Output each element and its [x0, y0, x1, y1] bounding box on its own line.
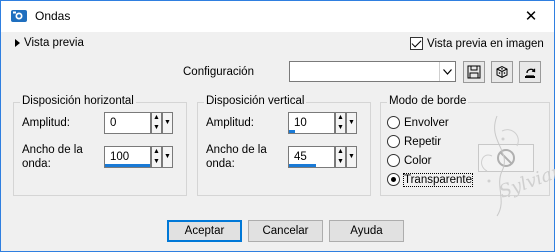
radio-transparent-button[interactable]: [387, 173, 400, 186]
configuration-select[interactable]: [289, 61, 456, 82]
help-button-label: Ayuda: [350, 225, 383, 237]
vertical-amplitude-bar: [289, 130, 296, 133]
chevron-down-icon[interactable]: [439, 62, 455, 81]
horizontal-wavelength-spinner[interactable]: 100 ▲ ▼ ▼: [104, 146, 174, 168]
reset-button[interactable]: [519, 61, 541, 83]
radio-wrap[interactable]: Envolver: [387, 116, 449, 129]
vertical-wavelength-bar: [289, 164, 316, 167]
random-preset-button[interactable]: [491, 61, 513, 83]
vertical-wavelength-value: 45: [294, 151, 307, 163]
cancel-button[interactable]: Cancelar: [248, 220, 323, 242]
preview-expander[interactable]: Vista previa: [15, 37, 84, 49]
radio-color[interactable]: Color: [387, 154, 431, 167]
close-button[interactable]: ✕: [508, 1, 554, 31]
vertical-wavelength-spinner[interactable]: 45 ▲ ▼ ▼: [288, 146, 358, 168]
save-preset-button[interactable]: [463, 61, 485, 83]
horizontal-amplitude-spinner[interactable]: 0 ▲ ▼ ▼: [104, 112, 174, 134]
vertical-amplitude-label: Amplitud:: [206, 117, 254, 129]
vertical-wavelength-stepper[interactable]: ▲ ▼: [335, 146, 346, 168]
preview-in-image-label: Vista previa en imagen: [427, 37, 544, 50]
ok-button[interactable]: Aceptar: [167, 220, 242, 242]
radio-color-label: Color: [404, 154, 432, 167]
preview-in-image-checkbox[interactable]: Vista previa en imagen: [410, 37, 544, 50]
radio-repeat-button[interactable]: [387, 135, 400, 148]
horizontal-wavelength-stepper[interactable]: ▲ ▼: [151, 146, 162, 168]
radio-wrap-button[interactable]: [387, 116, 400, 129]
horizontal-amplitude-dropdown[interactable]: ▼: [162, 112, 173, 134]
horizontal-amplitude-stepper[interactable]: ▲ ▼: [151, 112, 162, 134]
radio-repeat[interactable]: Repetir: [387, 135, 441, 148]
vertical-amplitude-input[interactable]: 10: [288, 112, 335, 134]
vertical-amplitude-spinner[interactable]: 10 ▲ ▼ ▼: [288, 112, 358, 134]
title-bar: Ondas ✕: [1, 1, 554, 32]
horizontal-wavelength-label-line2: onda:: [22, 158, 51, 170]
dialog-window: Ondas ✕ Vista previa Vista previa en ima…: [0, 0, 555, 252]
ok-button-label: Aceptar: [184, 225, 225, 237]
radio-wrap-label: Envolver: [404, 116, 449, 129]
horizontal-wavelength-bar: [105, 164, 150, 167]
horizontal-wavelength-value: 100: [110, 151, 130, 163]
vertical-group-title: Disposición vertical: [204, 95, 307, 107]
horizontal-amplitude-label: Amplitud:: [22, 117, 70, 129]
horizontal-amplitude-input[interactable]: 0: [104, 112, 151, 134]
vertical-wavelength-dropdown[interactable]: ▼: [346, 146, 357, 168]
radio-transparent[interactable]: Transparente: [387, 172, 473, 187]
save-icon: [467, 65, 481, 79]
horizontal-wavelength-input[interactable]: 100: [104, 146, 151, 168]
dice-icon: [496, 65, 508, 79]
vertical-group: Disposición vertical Amplitud: 10 ▲ ▼ ▼ A…: [197, 95, 371, 196]
radio-color-button[interactable]: [387, 154, 400, 167]
vertical-wavelength-input[interactable]: 45: [288, 146, 335, 168]
help-button[interactable]: Ayuda: [329, 220, 404, 242]
horizontal-amplitude-value: 0: [110, 117, 117, 129]
cancel-button-label: Cancelar: [262, 225, 309, 237]
checkbox-box[interactable]: [410, 37, 423, 50]
horizontal-group-title: Disposición horizontal: [20, 95, 136, 107]
vertical-wavelength-label-line2: onda:: [206, 158, 235, 170]
close-icon: ✕: [524, 8, 538, 25]
vertical-amplitude-dropdown[interactable]: ▼: [346, 112, 357, 134]
vertical-wavelength-label-line1: Ancho de la: [206, 144, 267, 156]
edge-mode-group-title: Modo de borde: [387, 95, 469, 107]
horizontal-group: Disposición horizontal Amplitud: 0 ▲ ▼ ▼ …: [13, 95, 187, 196]
radio-transparent-label: Transparente: [403, 172, 473, 187]
window-title: Ondas: [35, 9, 71, 23]
radio-repeat-label: Repetir: [404, 135, 442, 148]
configuration-label: Configuración: [183, 66, 254, 78]
preview-expander-label: Vista previa: [24, 37, 84, 49]
vertical-amplitude-stepper[interactable]: ▲ ▼: [335, 112, 346, 134]
horizontal-wavelength-label-line1: Ancho de la: [22, 144, 83, 156]
reset-icon: [525, 68, 536, 78]
app-icon: [11, 10, 27, 22]
expand-arrow-icon: [15, 39, 20, 47]
vertical-amplitude-value: 10: [294, 117, 307, 129]
horizontal-wavelength-dropdown[interactable]: ▼: [162, 146, 173, 168]
